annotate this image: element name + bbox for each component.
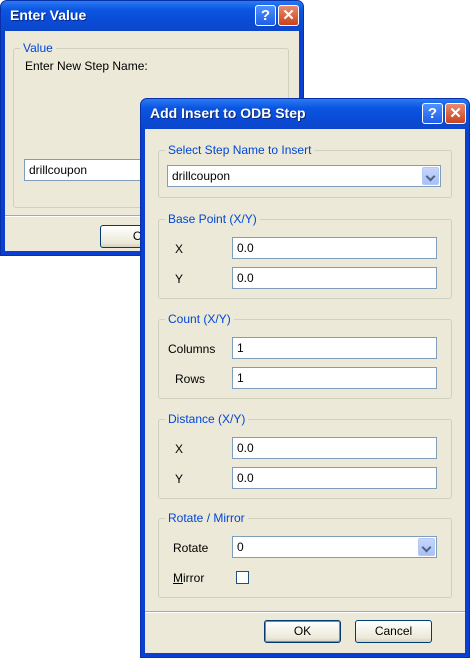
base-point-y-input[interactable]: 0.0 [232,267,437,289]
count-group: Count (X/Y) Columns 1 Rows 1 [158,312,452,399]
rotate-mirror-group-label: Rotate / Mirror [165,511,248,525]
close-icon[interactable]: ✕ [278,5,299,26]
base-point-group: Base Point (X/Y) X 0.0 Y 0.0 [158,212,452,299]
distance-x-input[interactable]: 0.0 [232,437,437,459]
distance-x-label: X [175,442,184,456]
columns-input[interactable]: 1 [232,337,437,359]
rotate-mirror-group: Rotate / Mirror Rotate 0 Mirror [158,511,452,598]
add-insert-client: Select Step Name to Insert drillcoupon B… [145,129,465,653]
cancel-button[interactable]: Cancel [355,620,432,643]
rotate-select[interactable]: 0 [232,536,437,558]
enter-value-title: Enter Value [10,7,87,23]
rows-input[interactable]: 1 [232,367,437,389]
mirror-label: Mirror [173,571,204,585]
chevron-down-icon[interactable] [422,167,439,185]
base-point-x-input[interactable]: 0.0 [232,237,437,259]
base-point-group-label: Base Point (X/Y) [165,212,260,226]
mirror-checkbox[interactable] [236,571,249,584]
select-step-group-label: Select Step Name to Insert [165,143,315,157]
rows-label: Rows [175,372,206,386]
enter-step-name-prompt: Enter New Step Name: [25,59,148,73]
enter-value-titlebar[interactable]: Enter Value ? ✕ [1,1,303,31]
distance-y-label: Y [175,472,184,486]
select-step-group: Select Step Name to Insert drillcoupon [158,143,452,198]
value-group-label: Value [20,41,56,55]
distance-group: Distance (X/Y) X 0.0 Y 0.0 [158,412,452,499]
help-icon[interactable]: ? [255,5,276,26]
add-insert-separator [145,611,465,613]
help-icon[interactable]: ? [422,103,443,124]
step-name-select-value: drillcoupon [172,169,231,183]
ok-button[interactable]: OK [264,620,341,643]
base-point-x-label: X [175,242,184,256]
distance-group-label: Distance (X/Y) [165,412,249,426]
rotate-label: Rotate [173,541,209,555]
rotate-select-value: 0 [237,540,244,554]
mirror-label-rest: irror [183,571,205,585]
chevron-down-icon[interactable] [418,538,435,556]
step-name-select[interactable]: drillcoupon [167,165,441,187]
count-group-label: Count (X/Y) [165,312,234,326]
add-insert-titlebar[interactable]: Add Insert to ODB Step ? ✕ [141,99,469,129]
close-icon[interactable]: ✕ [445,103,466,124]
mirror-label-accesskey: M [173,571,183,585]
distance-y-input[interactable]: 0.0 [232,467,437,489]
add-insert-dialog: Add Insert to ODB Step ? ✕ Select Step N… [140,98,470,658]
base-point-y-label: Y [175,272,184,286]
add-insert-title: Add Insert to ODB Step [150,105,306,121]
columns-label: Columns [168,342,216,356]
